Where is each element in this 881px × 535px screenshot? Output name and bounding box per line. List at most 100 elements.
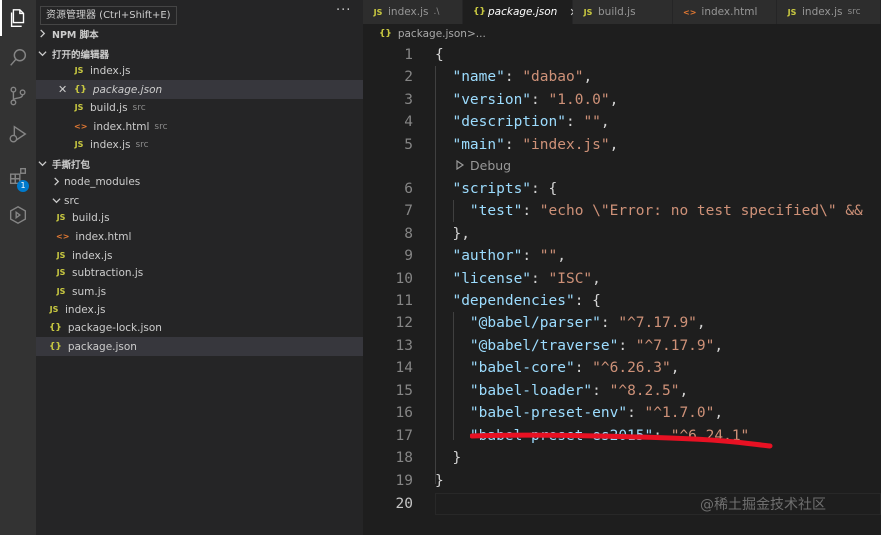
punctuation: : bbox=[504, 69, 523, 85]
json-file-icon: {} bbox=[74, 84, 87, 95]
explorer-icon[interactable] bbox=[0, 0, 36, 36]
tab-index-html[interactable]: <> index.html bbox=[673, 0, 777, 24]
json-string: "^1.7.0" bbox=[644, 405, 715, 421]
open-editor-item[interactable]: JS index.js bbox=[36, 61, 363, 80]
open-editor-item[interactable]: <> index.html src bbox=[36, 117, 363, 136]
line-number: 4 bbox=[404, 114, 413, 130]
debug-code-lens[interactable]: Debug bbox=[455, 156, 511, 174]
tab-package-json[interactable]: {} package.json ✕ bbox=[463, 0, 579, 24]
code-text: "test": "echo \"Error: no test specified… bbox=[435, 200, 863, 222]
json-string: "" bbox=[539, 248, 558, 264]
punctuation: : bbox=[504, 137, 523, 153]
tab-index-js-src[interactable]: JS index.js src bbox=[777, 0, 881, 24]
chevron-down-icon bbox=[36, 48, 48, 60]
file-name: index.js bbox=[72, 249, 113, 262]
run-debug-icon[interactable] bbox=[0, 116, 36, 152]
code-text: "license": "ISC", bbox=[435, 268, 600, 290]
file-name: index.js bbox=[90, 138, 131, 151]
code-line[interactable]: 10 "license": "ISC", bbox=[363, 268, 881, 290]
json-string: "^7.17.9" bbox=[618, 315, 697, 331]
code-text: "babel-loader": "^8.2.5", bbox=[435, 380, 688, 402]
line-number: 2 bbox=[404, 69, 413, 85]
search-icon[interactable] bbox=[0, 40, 36, 76]
tree-file[interactable]: JS sum.js bbox=[36, 282, 363, 301]
npm-scripts-section[interactable]: NPM 脚本 bbox=[36, 24, 363, 43]
file-name: index.html bbox=[93, 120, 150, 133]
breadcrumb-more[interactable]: ... bbox=[476, 28, 486, 40]
tree-file[interactable]: JS subtraction.js bbox=[36, 263, 363, 282]
code-line[interactable]: 4 "description": "", bbox=[363, 111, 881, 133]
json-key: "babel-core" bbox=[469, 360, 575, 376]
tree-file[interactable]: {} package-lock.json bbox=[36, 318, 363, 337]
breadcrumb: {} package.json > ... bbox=[363, 24, 881, 44]
json-key: "version" bbox=[452, 92, 532, 108]
code-line[interactable]: 19} bbox=[363, 470, 881, 492]
open-editor-item[interactable]: JS build.js src bbox=[36, 98, 363, 117]
code-line[interactable]: 3 "version": "1.0.0", bbox=[363, 89, 881, 111]
code-line[interactable]: 1{ bbox=[363, 44, 881, 66]
tree-file[interactable]: JS index.js bbox=[36, 300, 363, 319]
code-line[interactable]: 13 "@babel/traverse": "^7.17.9", bbox=[363, 335, 881, 357]
code-line[interactable]: 17 "babel-preset-es2015": "^6.24.1" bbox=[363, 425, 881, 447]
code-line[interactable]: 9 "author": "", bbox=[363, 245, 881, 267]
punctuation: { bbox=[435, 47, 444, 63]
code-text: { bbox=[435, 44, 444, 66]
code-line[interactable]: 5 "main": "index.js", bbox=[363, 134, 881, 156]
punctuation: : bbox=[522, 248, 540, 264]
more-actions-icon[interactable]: ··· bbox=[336, 3, 351, 18]
code-line[interactable]: 12 "@babel/parser": "^7.17.9", bbox=[363, 312, 881, 334]
tree-file[interactable]: JS build.js bbox=[36, 208, 363, 227]
open-editor-item[interactable]: JS index.js src bbox=[36, 135, 363, 154]
folder-name: node_modules bbox=[64, 175, 141, 188]
source-control-icon[interactable] bbox=[0, 78, 36, 114]
activity-bar: 1 bbox=[0, 0, 36, 535]
line-number: 18 bbox=[395, 450, 413, 466]
code-line[interactable]: 15 "babel-loader": "^8.2.5", bbox=[363, 380, 881, 402]
file-name: package.json bbox=[92, 83, 163, 96]
tree-file-selected[interactable]: {} package.json bbox=[36, 337, 363, 356]
punctuation: : bbox=[531, 271, 549, 287]
code-text: } bbox=[435, 447, 461, 469]
remote-icon[interactable] bbox=[0, 197, 36, 233]
json-string: "index.js" bbox=[522, 137, 610, 153]
close-icon[interactable]: ✕ bbox=[58, 83, 67, 96]
js-file-icon: JS bbox=[74, 66, 84, 75]
extensions-icon[interactable]: 1 bbox=[0, 158, 36, 194]
json-string: "^8.2.5" bbox=[609, 383, 680, 399]
code-line[interactable]: 2 "name": "dabao", bbox=[363, 66, 881, 88]
json-key: "name" bbox=[452, 69, 505, 85]
line-number: 5 bbox=[404, 137, 413, 153]
open-editor-item-active[interactable]: ✕ {} package.json bbox=[36, 80, 363, 99]
tree-file[interactable]: <> index.html bbox=[36, 227, 363, 246]
punctuation: : bbox=[574, 360, 593, 376]
line-number: 16 bbox=[395, 405, 413, 421]
tab-build-js[interactable]: JS build.js bbox=[573, 0, 673, 24]
code-line[interactable]: 8 }, bbox=[363, 223, 881, 245]
code-line[interactable]: 6 "scripts": { bbox=[363, 178, 881, 200]
project-section[interactable]: 手撕打包 bbox=[36, 154, 363, 173]
code-text: "dependencies": { bbox=[435, 290, 600, 312]
code-line[interactable]: 16 "babel-preset-env": "^1.7.0", bbox=[363, 402, 881, 424]
code-text: "scripts": { bbox=[435, 178, 557, 200]
code-line[interactable]: 18 } bbox=[363, 447, 881, 469]
code-line[interactable]: 14 "babel-core": "^6.26.3", bbox=[363, 357, 881, 379]
extensions-badge: 1 bbox=[17, 180, 29, 192]
js-file-icon: JS bbox=[56, 213, 66, 222]
json-key: "babel-preset-env" bbox=[469, 405, 628, 421]
file-name: index.js bbox=[90, 64, 131, 77]
chevron-right-icon bbox=[50, 176, 62, 188]
js-file-icon: JS bbox=[56, 251, 66, 260]
breadcrumb-file[interactable]: package.json bbox=[398, 28, 467, 40]
tab-index-js[interactable]: JS index.js .\ bbox=[363, 0, 463, 24]
json-string: "^6.24.1" bbox=[670, 428, 750, 444]
code-line[interactable]: 7 "test": "echo \"Error: no test specifi… bbox=[363, 200, 881, 222]
punctuation: , bbox=[609, 92, 619, 108]
code-line[interactable]: 11 "dependencies": { bbox=[363, 290, 881, 312]
line-number: 15 bbox=[395, 383, 413, 399]
punctuation bbox=[435, 181, 452, 197]
line-number: 14 bbox=[395, 360, 413, 376]
js-file-icon: JS bbox=[787, 7, 797, 17]
code-editor[interactable]: Debug 1{2 "name": "dabao", 3 "version": "… bbox=[363, 44, 881, 535]
tree-folder[interactable]: node_modules bbox=[36, 172, 363, 191]
js-file-icon: JS bbox=[56, 268, 66, 277]
